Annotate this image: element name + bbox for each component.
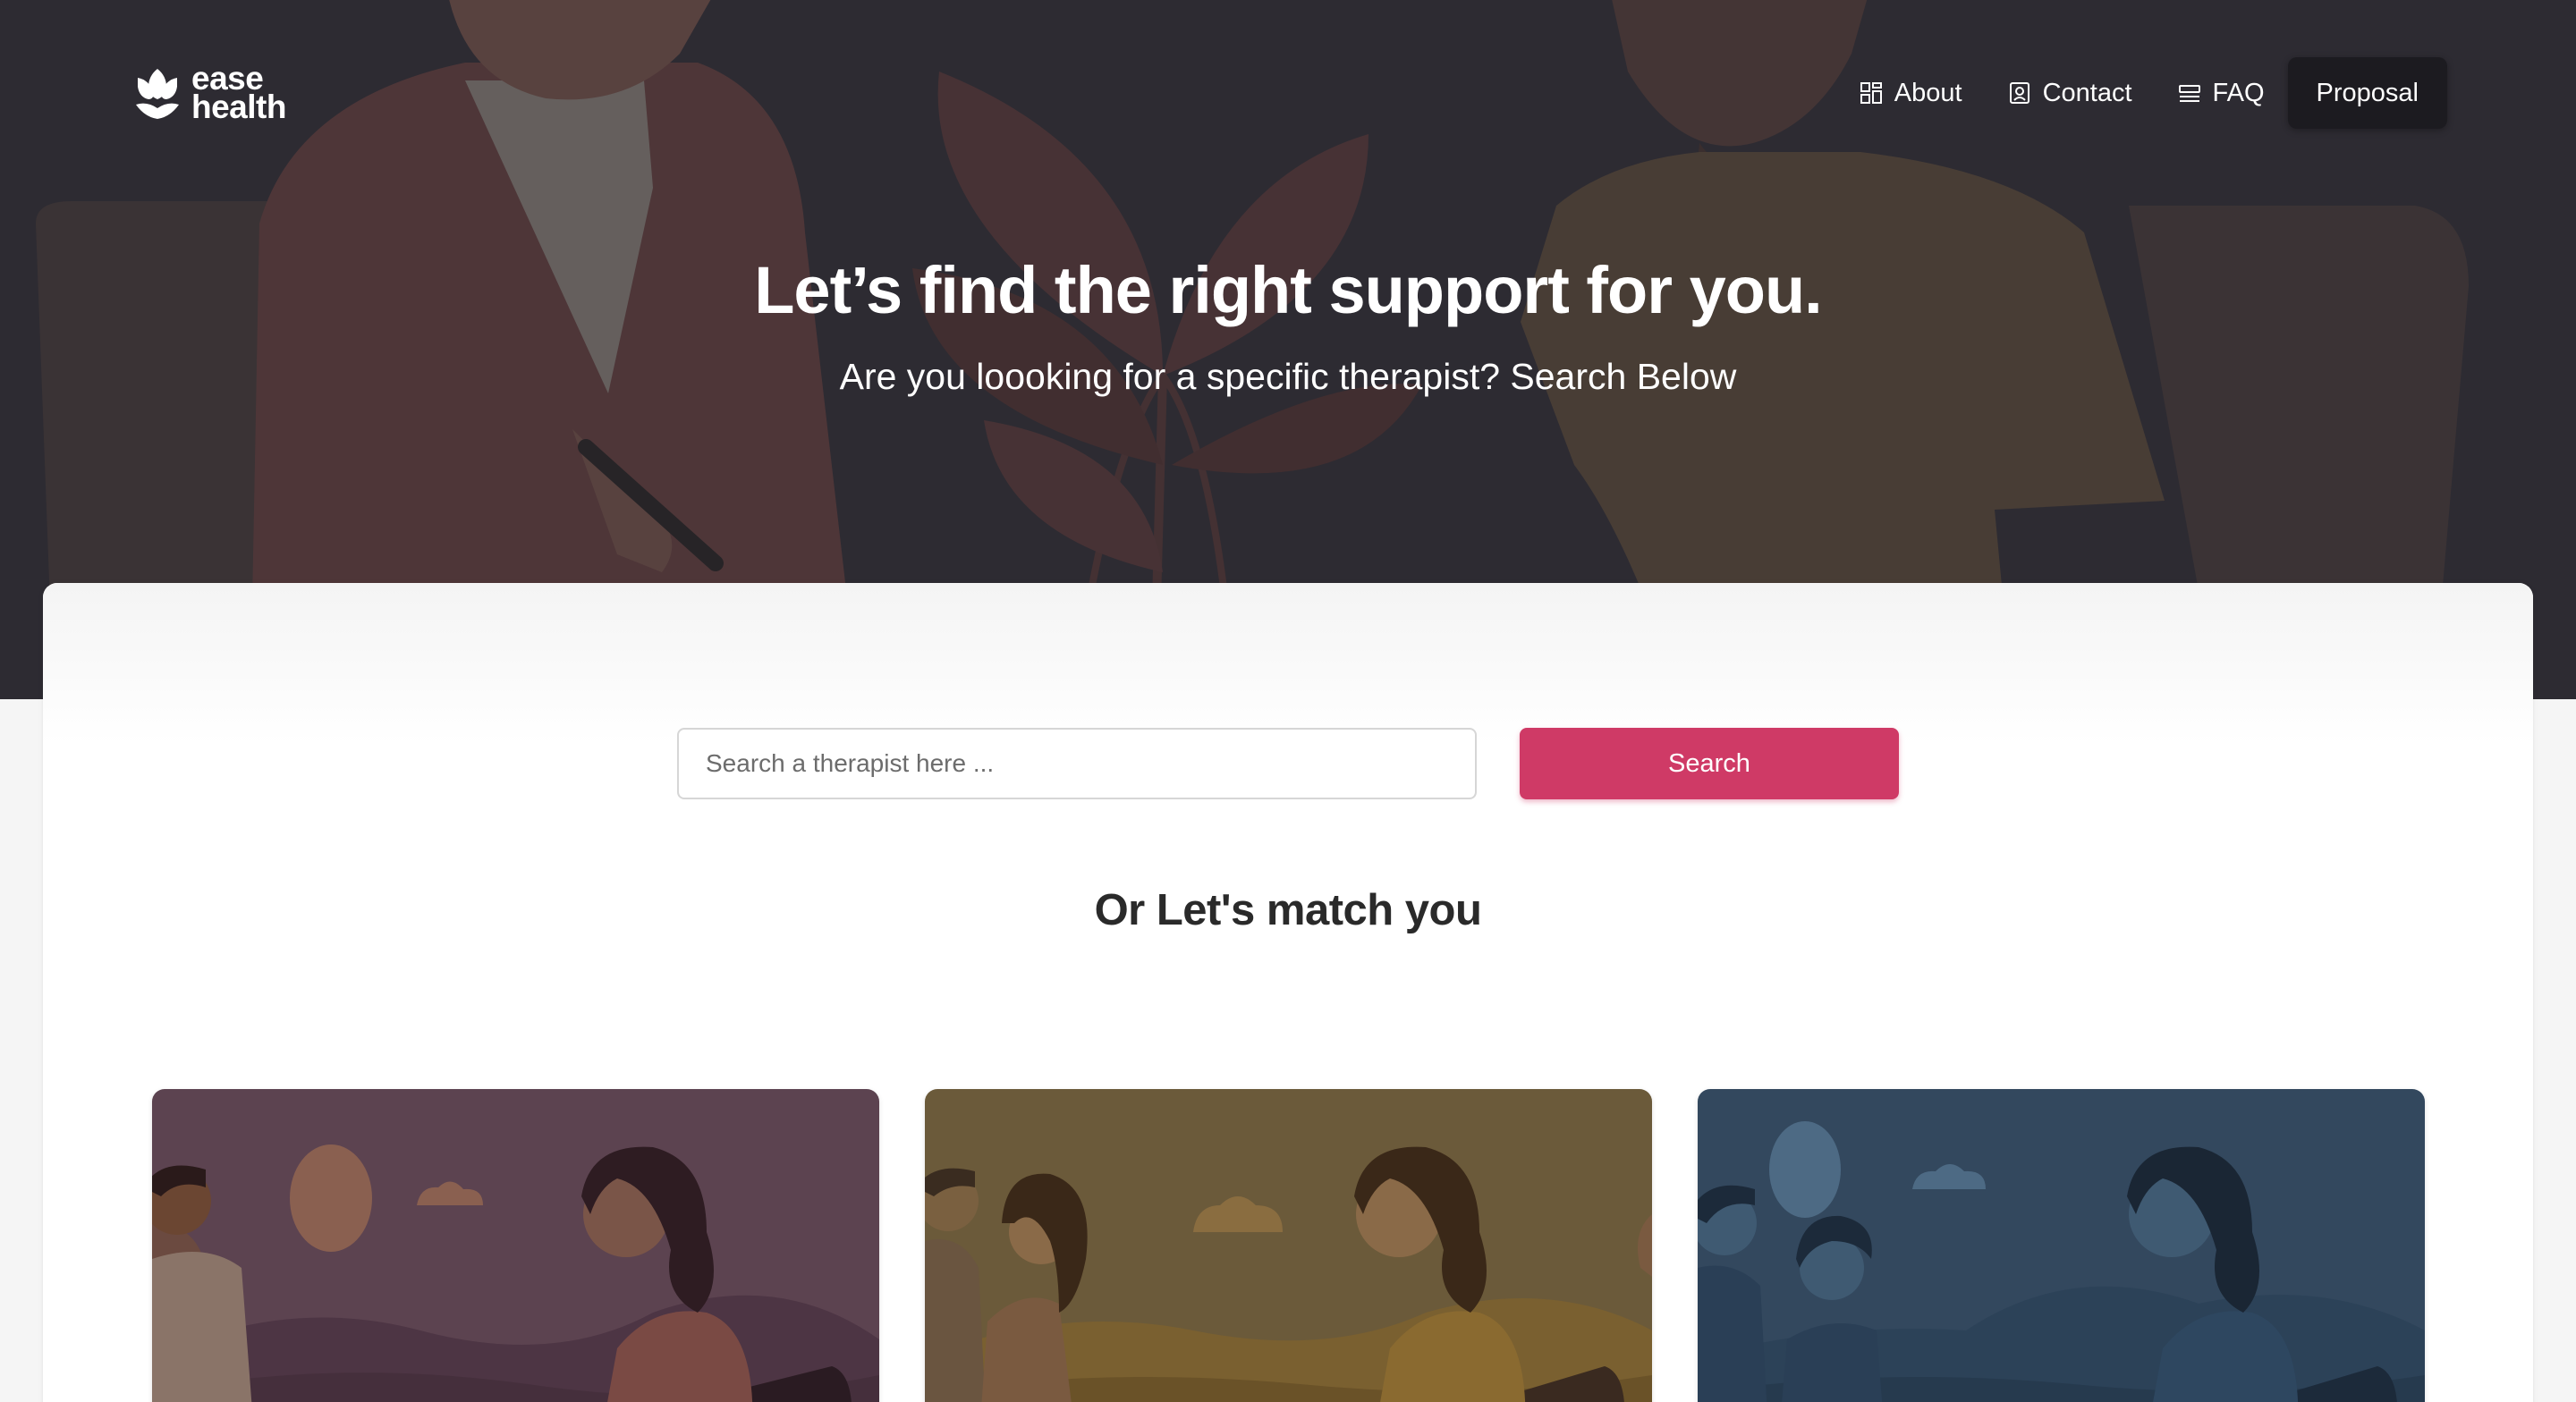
contact-card-icon — [2009, 82, 2029, 104]
hero-subtitle: Are you loooking for a specific therapis… — [839, 356, 1737, 397]
couples-therapy-illustration — [925, 1089, 1652, 1402]
individual-therapy-illustration — [152, 1089, 879, 1402]
match-card-individual[interactable] — [152, 1089, 879, 1402]
nav-contact-label: Contact — [2042, 78, 2132, 107]
therapist-search-input[interactable] — [677, 728, 1477, 799]
proposal-button[interactable]: Proposal — [2287, 57, 2447, 129]
panel-gradient — [43, 583, 2533, 744]
nav-faq-label: FAQ — [2212, 78, 2265, 107]
nav-faq[interactable]: FAQ — [2177, 79, 2265, 108]
nav-about-label: About — [1894, 78, 1962, 107]
list-icon — [2178, 85, 2200, 102]
match-title: Or Let's match you — [1094, 886, 1482, 934]
match-card-couples[interactable] — [925, 1089, 1652, 1402]
search-button[interactable]: Search — [1520, 728, 1899, 799]
brand-logo[interactable]: ease health — [132, 62, 286, 125]
lotus-icon — [136, 69, 179, 119]
grid-icon — [1860, 82, 1882, 104]
brand-line-2: health — [191, 89, 286, 125]
nav-about[interactable]: About — [1859, 79, 1962, 108]
match-card-family[interactable] — [1698, 1089, 2425, 1402]
top-nav: About Contact FAQ Proposal — [1859, 57, 2447, 129]
hero-title: Let’s find the right support for you. — [754, 253, 1823, 327]
family-therapy-illustration — [1698, 1089, 2425, 1402]
nav-contact[interactable]: Contact — [2007, 79, 2132, 108]
brand-name: ease health — [191, 62, 286, 125]
